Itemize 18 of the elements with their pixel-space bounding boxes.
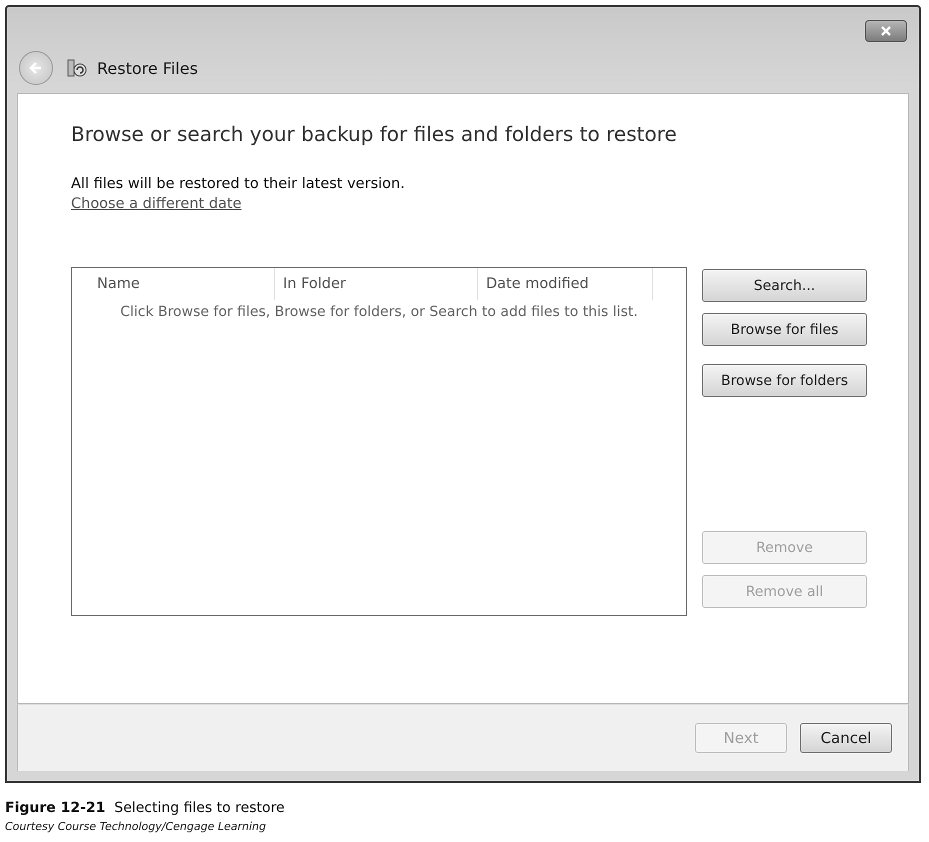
file-list[interactable]: Name In Folder Date modified Click Browse for files, Browse for folders, or Search to add files to this list. — [71, 267, 687, 616]
back-button[interactable] — [19, 51, 53, 85]
side-button[interactable]: Browse for folders — [702, 364, 867, 397]
column-header[interactable]: Name — [72, 268, 275, 300]
close-button[interactable] — [865, 20, 907, 42]
column-header[interactable]: In Folder — [275, 268, 478, 300]
figure-caption: Figure 12-21 Selecting files to restore — [5, 800, 286, 816]
page-heading: Browse or search your backup for files and folders to restore — [71, 122, 677, 146]
choose-date-link[interactable]: Choose a different date — [71, 196, 242, 212]
empty-list-message: Click Browse for files, Browse for folders, or Search to add files to this list. — [119, 304, 639, 320]
side-button[interactable]: Browse for files — [702, 313, 867, 346]
side-button[interactable]: Search... — [702, 269, 867, 302]
info-text: All files will be restored to their latest version. — [71, 176, 405, 192]
figure-credit: Courtesy Course Technology/Cengage Learning — [5, 820, 267, 833]
column-header[interactable]: Date modified — [478, 268, 653, 300]
footer-button[interactable]: Cancel — [800, 723, 892, 753]
window-title: Restore Files — [97, 58, 198, 78]
close-icon — [878, 25, 894, 37]
